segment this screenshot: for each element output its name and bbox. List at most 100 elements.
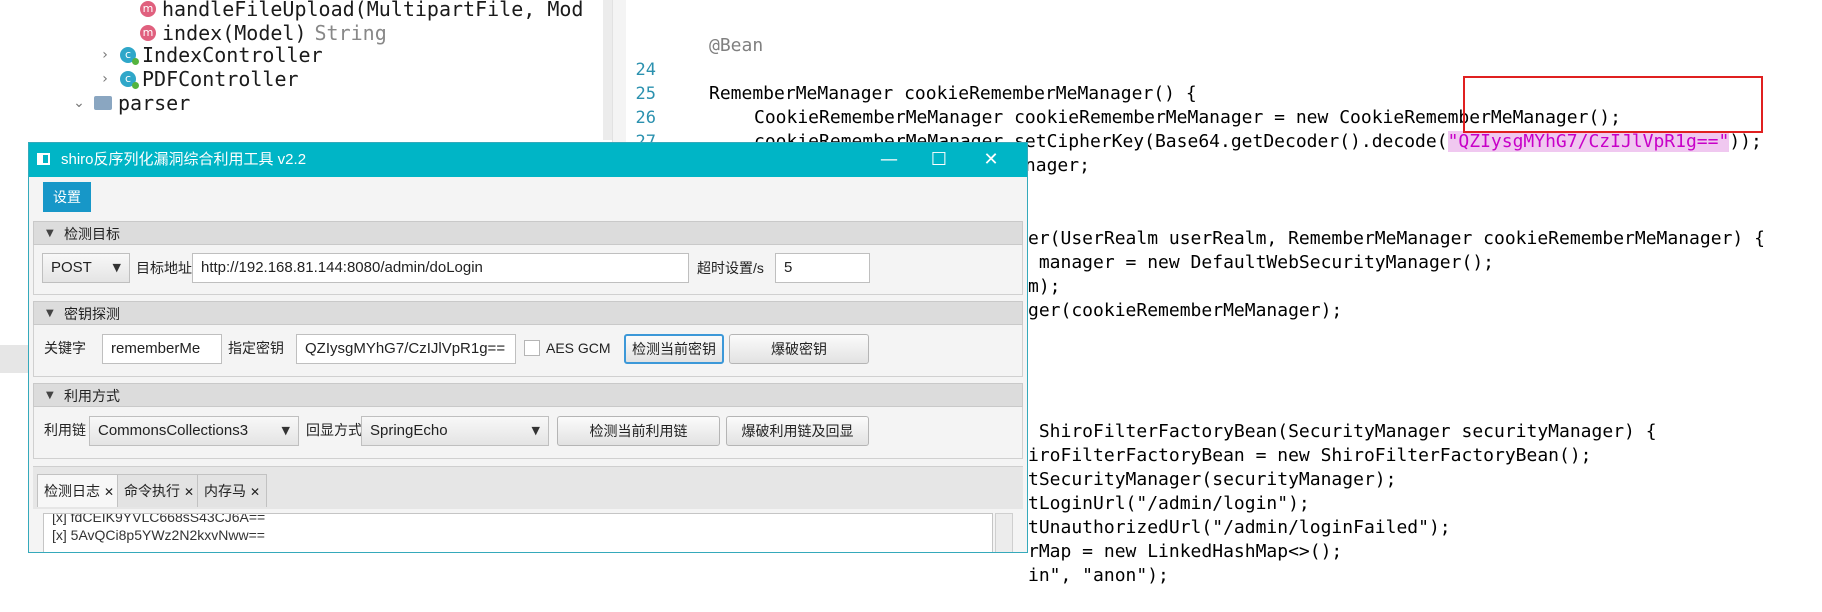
- code-text: ger(cookieRememberMeManager);: [1028, 300, 1343, 321]
- code-text: tSecurityManager(securityManager);: [1028, 469, 1397, 490]
- chevron-right-icon[interactable]: ›: [96, 42, 114, 68]
- chevron-right-icon[interactable]: ›: [96, 66, 114, 92]
- folder-icon: [94, 96, 112, 110]
- log-scrollbar[interactable]: [995, 513, 1013, 552]
- minimize-button[interactable]: —: [869, 143, 909, 177]
- tab-label: 检测日志: [44, 483, 100, 499]
- timeout-input[interactable]: 5: [775, 253, 870, 283]
- settings-menu[interactable]: 设置: [43, 182, 91, 212]
- code-line: 27 return cookieRememberMeManager;: [626, 106, 1090, 176]
- code-close: ));: [1729, 131, 1762, 152]
- key-section-header[interactable]: ▼ 密钥探测: [33, 301, 1023, 325]
- code-text: manager = new DefaultWebSecurityManager(…: [1028, 252, 1494, 273]
- code-line: 24 RememberMeManager cookieRememberMeMan…: [626, 34, 1197, 104]
- target-url-label: 目标地址: [136, 260, 192, 276]
- class-icon: c: [120, 71, 139, 89]
- collapse-triangle-icon: ▼: [46, 308, 54, 319]
- tree-item-handle-file-upload[interactable]: m handleFileUpload(MultipartFile, Mod: [140, 0, 583, 22]
- exploit-section-header[interactable]: ▼ 利用方式: [33, 383, 1023, 407]
- tab-detection-log[interactable]: 检测日志 ✕: [37, 474, 122, 507]
- code-line: 26 cookieRememberMeManager.setCipherKey(…: [626, 82, 1762, 152]
- code-text: in", "anon");: [1028, 565, 1169, 586]
- code-text: RememberMeManager cookieRememberMeManage…: [709, 83, 1197, 104]
- aes-gcm-label: AES GCM: [546, 340, 611, 356]
- background-panel: [0, 345, 30, 373]
- tree-scrollbar[interactable]: [603, 0, 612, 140]
- tree-item-return-type: String: [314, 21, 387, 45]
- close-icon[interactable]: ✕: [184, 485, 194, 499]
- project-tree: m handleFileUpload(MultipartFile, Mod m …: [0, 0, 612, 140]
- code-text: tLoginUrl("/admin/login");: [1028, 493, 1310, 514]
- code-text: tUnauthorizedUrl("/admin/loginFailed");: [1028, 517, 1451, 538]
- section-title: 密钥探测: [64, 306, 120, 322]
- code-line: @Bean: [626, 10, 763, 56]
- code-text: ShiroFilterFactoryBean(SecurityManager s…: [1028, 421, 1657, 442]
- target-url-input[interactable]: http://192.168.81.144:8080/admin/doLogin: [192, 253, 689, 283]
- gadget-chain-select[interactable]: CommonsCollections3 ▼: [89, 416, 299, 446]
- class-icon: c: [120, 47, 139, 65]
- tab-command-exec[interactable]: 命令执行 ✕: [117, 474, 202, 507]
- close-icon[interactable]: ✕: [104, 485, 114, 499]
- method-icon: m: [140, 25, 156, 41]
- chain-label: 利用链: [44, 422, 86, 438]
- tab-memshell[interactable]: 内存马 ✕: [197, 474, 268, 507]
- echo-label: 回显方式: [306, 422, 362, 438]
- shiro-tool-window: shiro反序列化漏洞综合利用工具 v2.2 — ☐ ✕ 设置 ▼ 检测目标 P…: [28, 142, 1028, 553]
- exploit-section-body: 利用链 CommonsCollections3 ▼ 回显方式 SpringEch…: [33, 407, 1023, 459]
- menu-bar: 设置: [29, 177, 1027, 213]
- cipher-key-string: "QZIysgMYhG7/CzIJlVpR1g==": [1447, 131, 1730, 152]
- tab-label: 命令执行: [124, 483, 180, 499]
- code-text: rMap = new LinkedHashMap<>();: [1028, 541, 1343, 562]
- keyword-label: 关键字: [44, 340, 86, 356]
- output-tabs: 检测日志 ✕ 命令执行 ✕ 内存马 ✕: [33, 466, 1023, 509]
- tree-item-label: PDFController: [142, 67, 299, 91]
- keyword-input[interactable]: rememberMe: [102, 334, 222, 364]
- http-method-select[interactable]: POST ▼: [42, 253, 130, 283]
- brute-chain-button[interactable]: 爆破利用链及回显: [726, 416, 869, 446]
- brute-key-button[interactable]: 爆破密钥: [729, 334, 869, 364]
- detection-log-output[interactable]: [x] fdCEIK9YVLC668sS43CJ6A== [x] 5AvQCi8…: [43, 513, 993, 552]
- detect-chain-button[interactable]: 检测当前利用链: [557, 416, 720, 446]
- tree-item-label: parser: [118, 91, 191, 115]
- aes-gcm-checkbox[interactable]: [524, 340, 540, 356]
- code-text: @Bean: [709, 35, 764, 56]
- gadget-chain-value: CommonsCollections3: [98, 422, 249, 439]
- target-section-body: POST ▼ 目标地址 http://192.168.81.144:8080/a…: [33, 245, 1023, 295]
- maximize-button[interactable]: ☐: [919, 143, 959, 177]
- code-text: er(UserRealm userRealm, RememberMeManage…: [1028, 228, 1765, 249]
- code-line: 25 CookieRememberMeManager cookieRemembe…: [626, 58, 1621, 128]
- app-icon: [37, 153, 50, 165]
- tab-label: 内存马: [204, 483, 246, 499]
- collapse-triangle-icon: ▼: [46, 390, 54, 401]
- highlight-annotation-box: [1463, 76, 1763, 133]
- log-line: [x] fdCEIK9YVLC668sS43CJ6A==: [52, 513, 266, 525]
- detect-key-button[interactable]: 检测当前密钥: [624, 334, 724, 364]
- chevron-down-icon: ▼: [281, 424, 290, 437]
- timeout-label: 超时设置/s: [697, 260, 764, 276]
- code-text: iroFilterFactoryBean = new ShiroFilterFa…: [1028, 445, 1592, 466]
- window-title: shiro反序列化漏洞综合利用工具 v2.2: [61, 151, 307, 168]
- tree-item-parser[interactable]: ⌄ parser: [70, 90, 190, 116]
- key-label: 指定密钥: [228, 340, 284, 356]
- target-section-header[interactable]: ▼ 检测目标: [33, 221, 1023, 245]
- log-line: [x] 5AvQCi8p5YWz2N2kxvNww==: [52, 527, 265, 543]
- title-bar[interactable]: shiro反序列化漏洞综合利用工具 v2.2 — ☐ ✕: [29, 143, 1027, 177]
- code-text: m);: [1028, 276, 1061, 297]
- echo-method-select[interactable]: SpringEcho ▼: [361, 416, 549, 446]
- http-method-value: POST: [51, 259, 92, 276]
- close-button[interactable]: ✕: [971, 143, 1011, 177]
- collapse-triangle-icon: ▼: [46, 228, 54, 239]
- chevron-down-icon: ▼: [112, 261, 121, 274]
- tree-item-pdf-controller[interactable]: › c PDFController: [96, 66, 299, 92]
- key-section-body: 关键字 rememberMe 指定密钥 QZIysgMYhG7/CzIJlVpR…: [33, 325, 1023, 377]
- close-icon[interactable]: ✕: [250, 485, 260, 499]
- chevron-down-icon: ▼: [531, 424, 540, 437]
- tree-item-index-controller[interactable]: › c IndexController: [96, 42, 322, 68]
- chevron-down-icon[interactable]: ⌄: [70, 90, 88, 116]
- section-title: 检测目标: [64, 226, 120, 242]
- section-title: 利用方式: [64, 388, 120, 404]
- echo-method-value: SpringEcho: [370, 422, 448, 439]
- cipher-key-input[interactable]: QZIysgMYhG7/CzIJlVpR1g==: [296, 334, 516, 364]
- tree-item-label: handleFileUpload(MultipartFile, Mod: [162, 0, 584, 21]
- method-icon: m: [140, 1, 156, 17]
